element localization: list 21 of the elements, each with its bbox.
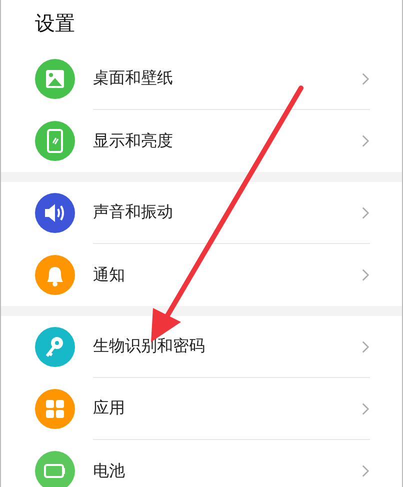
chevron-icon [361,72,370,86]
item-label: 生物识别和密码 [93,336,205,357]
settings-item[interactable]: 电池 [1,440,402,487]
settings-item[interactable]: 声音和振动 [1,182,402,244]
item-label: 显示和亮度 [93,130,173,152]
chevron-icon [361,340,370,354]
chevron-icon [361,268,370,282]
chevron-icon [361,134,370,148]
item-label: 声音和振动 [93,202,173,223]
settings-item[interactable]: 应用 [1,378,402,440]
page-title: 设置 [34,10,76,37]
chevron-icon [361,464,370,478]
chevron-icon [361,402,370,416]
item-label: 桌面和壁纸 [93,68,173,89]
item-label: 电池 [93,460,125,482]
settings-item[interactable]: 显示和亮度 [1,110,402,172]
chevron-icon [361,206,370,220]
item-label: 应用 [93,398,125,419]
settings-item[interactable]: 通知 [1,244,402,306]
item-label: 通知 [93,264,125,286]
settings-item[interactable]: 桌面和壁纸 [1,48,402,110]
